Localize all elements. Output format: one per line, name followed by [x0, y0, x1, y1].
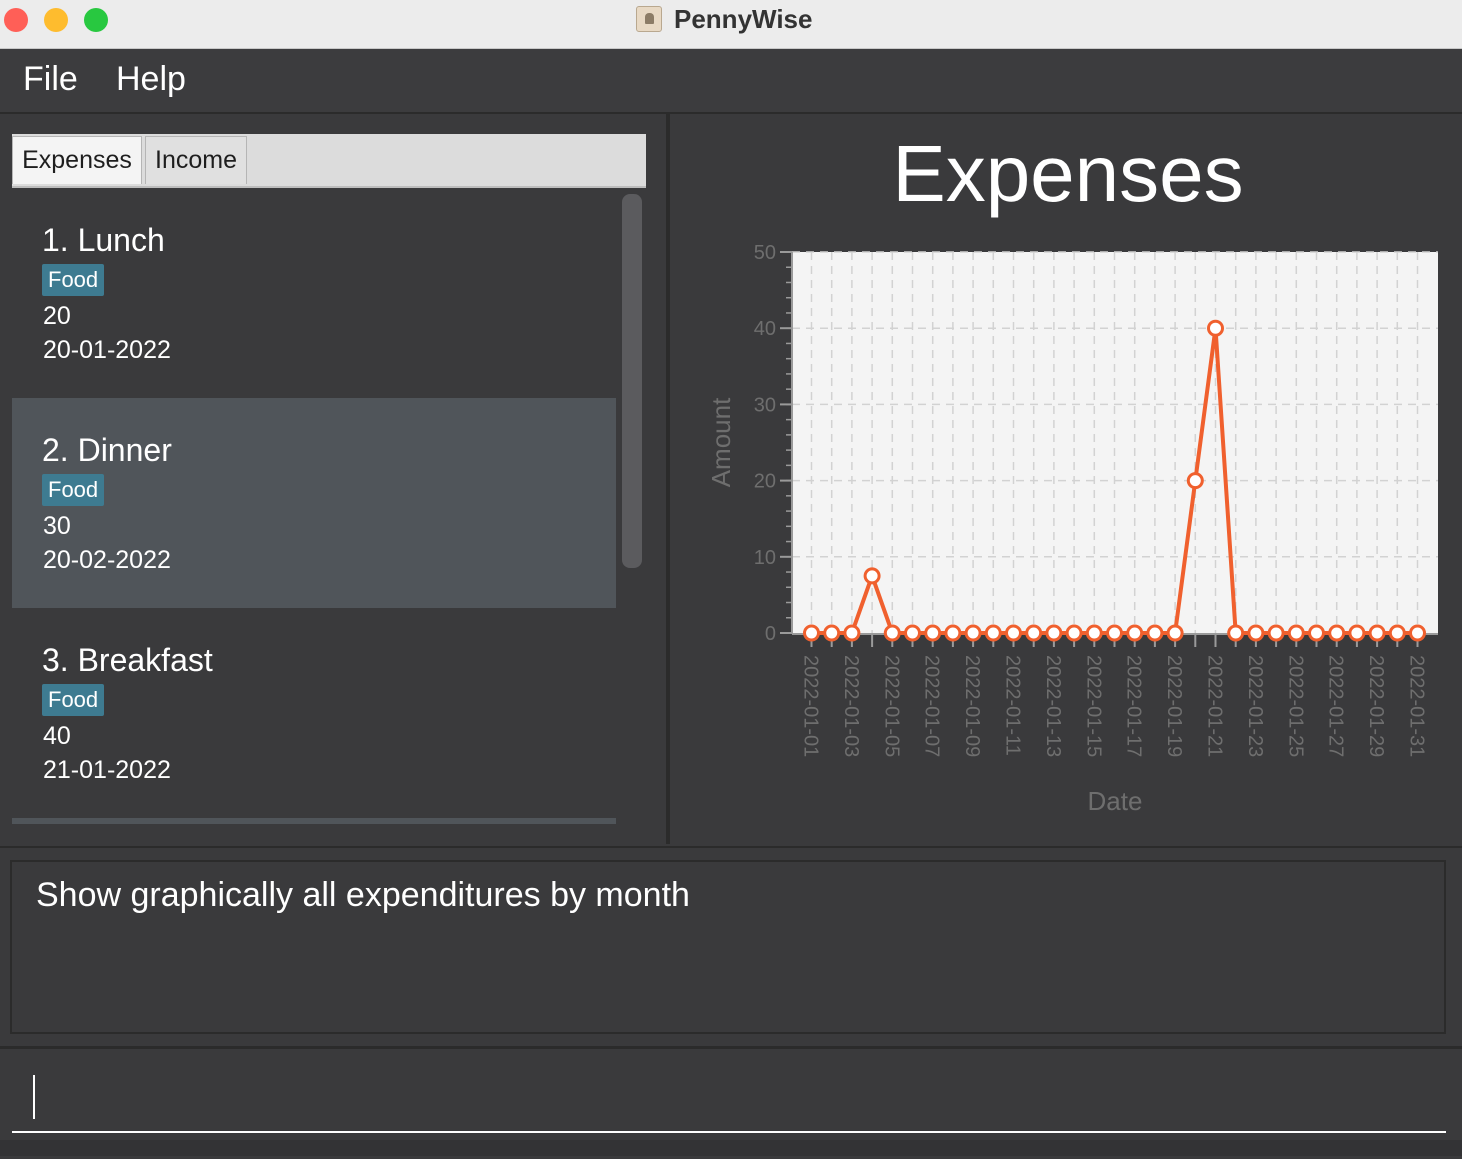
x-tick-label: 2022-01-13: [1042, 655, 1064, 757]
data-point: [1085, 624, 1103, 642]
menu-bar: File Help: [0, 49, 1462, 114]
data-point: [863, 567, 881, 585]
expense-list[interactable]: 1. Lunch Food 20 20-01-2022 2. Dinner Fo…: [12, 188, 646, 824]
expense-amount: 20: [43, 302, 71, 330]
list-scrollbar[interactable]: [622, 194, 642, 568]
title-bar: PennyWise: [0, 0, 1462, 49]
result-text: Show graphically all expenditures by mon…: [36, 876, 690, 914]
maximize-window-button[interactable]: [84, 8, 108, 32]
data-point: [803, 624, 820, 642]
x-tick-label: 2022-01-23: [1244, 655, 1266, 757]
data-point: [1207, 319, 1224, 337]
x-tick-label: 2022-01-17: [1123, 655, 1145, 757]
y-axis-label: Amount: [706, 397, 736, 487]
expense-card-selected[interactable]: 2. Dinner Food 30 20-02-2022: [12, 398, 616, 608]
result-display-panel: Show graphically all expenditures by mon…: [0, 846, 1462, 1048]
x-tick-label: 2022-01-27: [1325, 655, 1347, 757]
expense-title: 2. Dinner: [42, 432, 172, 468]
x-tick-label: 2022-01-15: [1082, 655, 1104, 757]
chart-panel: Expenses 0 10 20 30 40 50 2022-01-01 2022-01-03…: [670, 114, 1462, 844]
x-tick-label: 2022-01-29: [1365, 655, 1387, 757]
expense-card[interactable]: 1. Lunch Food 20 20-01-2022: [12, 188, 616, 398]
y-tick-label: 50: [754, 242, 776, 264]
app-icon: [636, 6, 662, 32]
data-point: [964, 624, 982, 642]
expenses-line-chart: 0 10 20 30 40 50 2022-01-01 2022-01-03 2022-01-0…: [706, 242, 1438, 816]
command-input[interactable]: [12, 1057, 1446, 1133]
expense-date: 21-01-2022: [43, 756, 171, 784]
x-tick-label: 2022-01-07: [921, 655, 943, 757]
menu-file[interactable]: File: [23, 60, 78, 99]
category-tag: Food: [42, 264, 105, 296]
data-point: [883, 624, 901, 642]
x-tick-label: 2022-01-31: [1406, 655, 1428, 757]
data-point: [1126, 624, 1144, 642]
text-caret: [33, 1075, 35, 1119]
data-point: [1106, 624, 1123, 642]
menu-help[interactable]: Help: [116, 60, 186, 99]
x-tick-label: 2022-01-25: [1284, 655, 1306, 757]
expense-amount: 30: [43, 512, 71, 540]
y-tick-label: 0: [765, 623, 776, 645]
category-tag: Food: [42, 684, 105, 716]
data-point: [1227, 624, 1245, 642]
data-point: [1267, 624, 1285, 642]
y-tick-label: 10: [754, 547, 776, 569]
expense-title: 3. Breakfast: [42, 642, 213, 678]
data-point: [1166, 624, 1184, 642]
expense-amount: 40: [43, 722, 71, 750]
result-display: Show graphically all expenditures by mon…: [10, 860, 1446, 1034]
data-point: [1308, 624, 1325, 642]
data-point: [1368, 624, 1386, 642]
window-title: PennyWise: [674, 4, 813, 34]
data-point: [1348, 624, 1366, 642]
category-tag: Food: [42, 474, 105, 506]
data-point: [843, 624, 861, 642]
data-point: [1025, 624, 1043, 642]
data-point: [984, 624, 1002, 642]
data-point: [1409, 624, 1426, 642]
x-tick-label: 2022-01-05: [880, 655, 902, 757]
x-axis-label: Date: [1088, 786, 1143, 816]
data-point: [1146, 624, 1164, 642]
expense-date: 20-02-2022: [43, 546, 171, 574]
y-tick-label: 30: [754, 394, 776, 416]
data-point: [1388, 624, 1406, 642]
y-tick-label: 40: [754, 318, 776, 340]
expense-card[interactable]: 3. Breakfast Food 40 21-01-2022: [12, 608, 616, 818]
close-window-button[interactable]: [4, 8, 28, 32]
expense-date: 20-01-2022: [43, 336, 171, 364]
data-point: [1287, 624, 1305, 642]
status-strip: [0, 1140, 1462, 1156]
data-point: [944, 624, 962, 642]
data-point: [1045, 624, 1063, 642]
tab-income[interactable]: Income: [145, 136, 247, 184]
data-point: [1328, 624, 1346, 642]
x-tick-label: 2022-01-01: [800, 655, 822, 757]
entry-list-panel: Expenses Income 1. Lunch Food 20 20-01-2…: [0, 114, 670, 844]
expense-card-partial[interactable]: [12, 818, 616, 824]
data-point: [904, 624, 921, 642]
x-tick-label: 2022-01-11: [1002, 655, 1024, 756]
tab-expenses[interactable]: Expenses: [12, 136, 142, 184]
tab-bar: Expenses Income: [12, 134, 646, 188]
x-tick-label: 2022-01-21: [1204, 655, 1226, 757]
data-point: [1186, 472, 1204, 490]
expense-title: 1. Lunch: [42, 222, 165, 258]
x-tick-label: 2022-01-19: [1163, 655, 1185, 757]
data-point: [924, 624, 942, 642]
y-tick-label: 20: [754, 471, 776, 493]
data-point: [1065, 624, 1083, 642]
data-point: [1247, 624, 1265, 642]
x-tick-label: 2022-01-03: [840, 655, 862, 757]
x-tick-label: 2022-01-09: [961, 655, 983, 757]
data-point: [1005, 624, 1022, 642]
minimize-window-button[interactable]: [44, 8, 68, 32]
data-point: [823, 624, 841, 642]
